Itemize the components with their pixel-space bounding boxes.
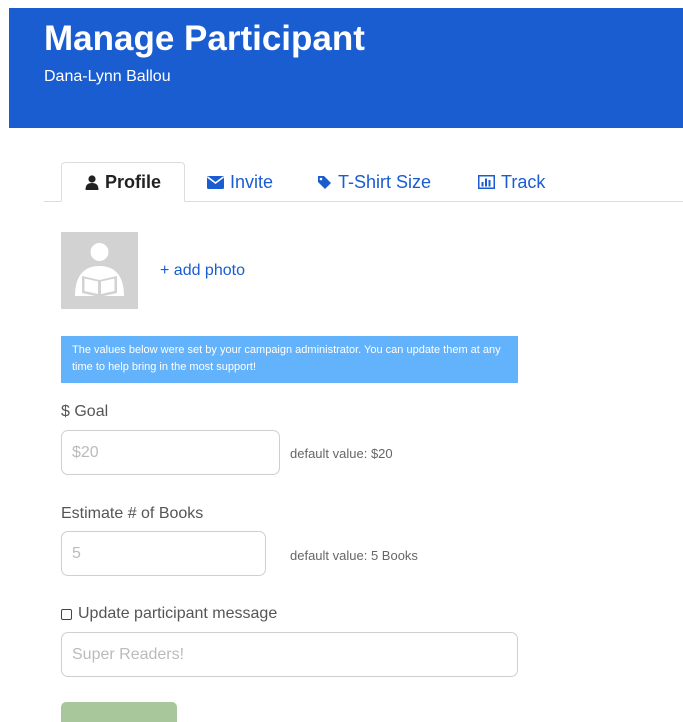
- participant-message-input[interactable]: Super Readers!: [61, 632, 518, 677]
- goal-label: $ Goal: [61, 403, 109, 420]
- currency-prefix: $: [72, 443, 81, 461]
- tab-label: Profile: [104, 171, 161, 192]
- page-title: Manage Participant: [44, 19, 365, 58]
- info-banner: The values below were set by your campai…: [61, 336, 518, 383]
- avatar[interactable]: [61, 232, 138, 309]
- tab-track[interactable]: Track: [478, 162, 545, 202]
- update-message-checkbox[interactable]: [61, 608, 72, 620]
- add-photo-link[interactable]: + add photo: [160, 262, 245, 280]
- participant-name: Dana-Lynn Ballou: [44, 68, 171, 85]
- tab-label: T-Shirt Size: [338, 171, 432, 192]
- goal-default-hint: default value: $20: [290, 446, 393, 461]
- tab-label: Invite: [230, 171, 274, 192]
- update-message-toggle[interactable]: Update participant message: [61, 605, 277, 623]
- bar-chart-icon: [478, 175, 495, 189]
- goal-placeholder: 20: [80, 443, 99, 461]
- save-button[interactable]: [61, 702, 177, 722]
- user-icon: [85, 174, 99, 190]
- update-message-label: Update participant message: [78, 605, 278, 622]
- reader-avatar-icon: [75, 243, 124, 297]
- tab-profile[interactable]: Profile: [61, 162, 185, 202]
- books-input[interactable]: 5: [61, 531, 266, 576]
- tab-tshirt-size[interactable]: T-Shirt Size: [317, 162, 431, 202]
- books-placeholder: 5: [72, 544, 81, 562]
- tag-icon: [318, 175, 331, 189]
- page-header: Manage Participant Dana-Lynn Ballou: [9, 8, 683, 128]
- envelope-icon: [207, 175, 224, 189]
- books-default-hint: default value: 5 Books: [290, 548, 418, 563]
- goal-input[interactable]: $ 20: [61, 430, 280, 475]
- tab-label: Track: [501, 171, 546, 192]
- tab-invite[interactable]: Invite: [207, 162, 273, 202]
- books-label: Estimate # of Books: [61, 505, 204, 522]
- message-placeholder: Super Readers!: [72, 645, 185, 663]
